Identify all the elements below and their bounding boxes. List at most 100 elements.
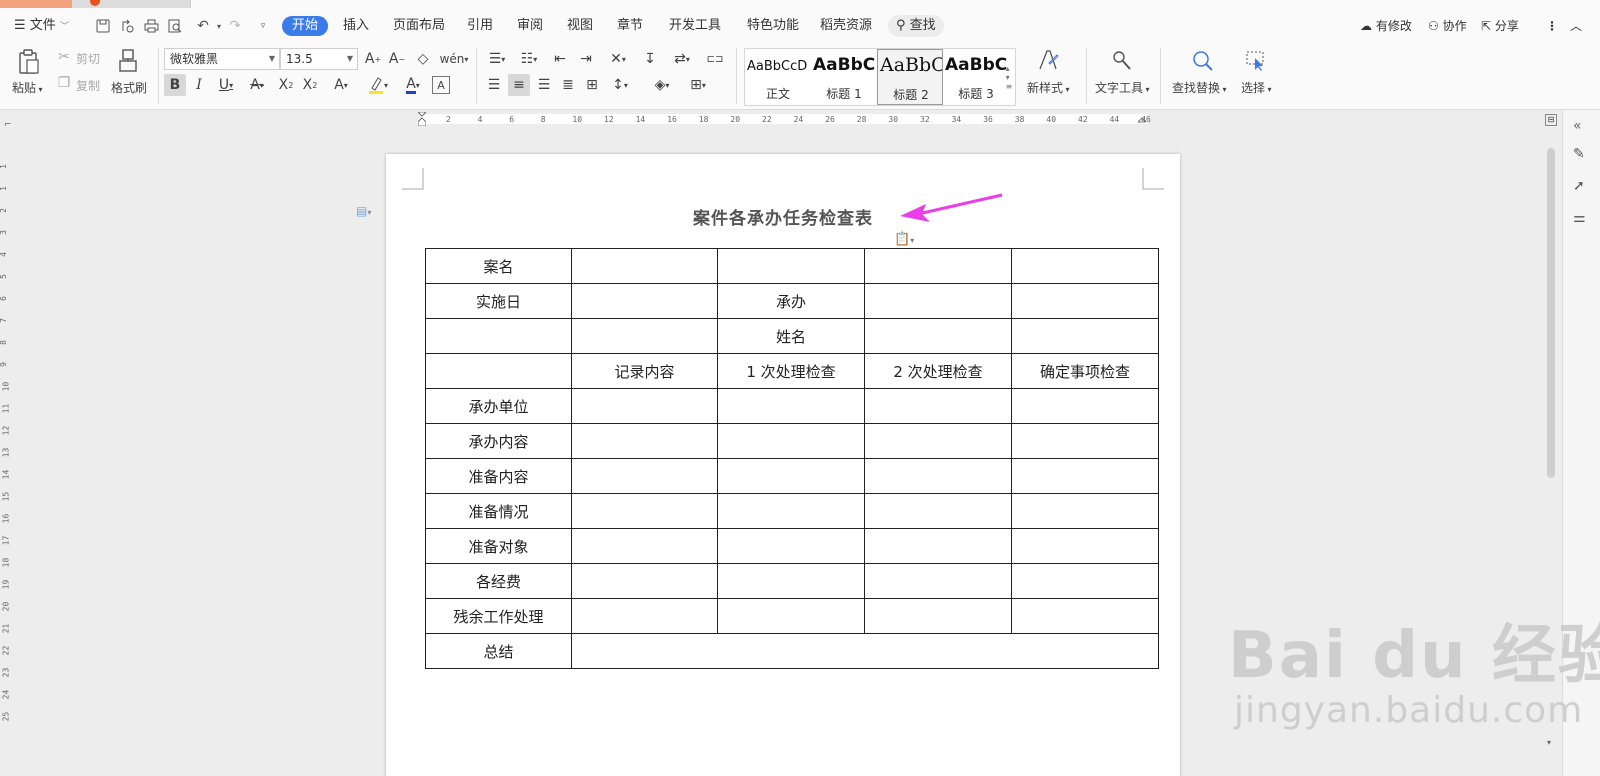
table-cell[interactable]: 姓名 (717, 318, 865, 354)
table-cell[interactable] (717, 598, 865, 634)
summary-value-cell[interactable] (571, 633, 1159, 669)
format-painter-button[interactable]: 格式刷 (111, 79, 147, 96)
copy-icon[interactable]: ❐ (56, 75, 72, 91)
table-cell[interactable] (864, 493, 1012, 529)
table-cell[interactable]: 记录内容 (571, 353, 718, 389)
cut-button[interactable]: 剪切 (76, 50, 100, 67)
home-tab[interactable] (0, 0, 72, 8)
split-view-icon[interactable]: ⊟ (1545, 114, 1557, 126)
select-icon[interactable] (1244, 48, 1268, 74)
table-cell[interactable] (1011, 248, 1159, 284)
table-cell[interactable] (717, 563, 865, 599)
line-spacing-icon[interactable]: ↕ ▾ (606, 74, 634, 96)
distributed-align-icon[interactable]: ⊞ (582, 74, 602, 96)
table-cell[interactable]: 2 次处理检查 (864, 353, 1012, 389)
table-cell[interactable] (425, 318, 572, 354)
table-cell[interactable] (571, 528, 718, 564)
table-cell[interactable]: 各经费 (425, 563, 572, 599)
collaborate-button[interactable]: ⚇ 协作 (1428, 16, 1467, 36)
table-cell[interactable] (571, 563, 718, 599)
borders-icon[interactable]: ⊞ ▾ (684, 74, 712, 96)
table-cell[interactable] (864, 458, 1012, 494)
shading-icon[interactable]: ◈ ▾ (648, 74, 676, 96)
table-cell[interactable]: 确定事项检查 (1011, 353, 1159, 389)
highlight-icon[interactable]: ▾ (364, 74, 392, 96)
table-cell[interactable] (571, 598, 718, 634)
character-border-icon[interactable]: A (432, 76, 450, 94)
subscript-icon[interactable]: X2 (300, 74, 320, 96)
font-color-icon[interactable]: A ▾ (400, 74, 426, 96)
tab-developer[interactable]: 开发工具 (669, 16, 721, 36)
find-replace-button[interactable]: 查找替换 ▾ (1172, 79, 1227, 96)
table-cell[interactable] (425, 353, 572, 389)
table-cell[interactable]: 承办单位 (425, 388, 572, 424)
styles-scroll[interactable]: ▴ ▾ ≡ (1003, 51, 1015, 103)
table-cell[interactable] (571, 318, 718, 354)
table-cell[interactable] (571, 388, 718, 424)
print-preview-icon[interactable] (166, 17, 184, 35)
scissors-icon[interactable]: ✂ (56, 49, 72, 65)
table-cell[interactable]: 案名 (425, 248, 572, 284)
table-cell[interactable] (1011, 458, 1159, 494)
table-cell[interactable] (571, 423, 718, 459)
copy-button[interactable]: 复制 (76, 77, 100, 94)
align-center-icon[interactable]: ≡ (508, 74, 530, 96)
table-cell[interactable] (1011, 563, 1159, 599)
table-cell[interactable] (864, 318, 1012, 354)
decrease-indent-icon[interactable]: ⇤ (550, 50, 570, 68)
table-cell[interactable] (864, 528, 1012, 564)
summary-label-cell[interactable]: 总结 (425, 633, 572, 669)
table-cell[interactable] (717, 528, 865, 564)
style-heading-1[interactable]: AaBbC 标题 1 (811, 49, 877, 105)
paste-icon[interactable] (16, 48, 42, 76)
new-style-icon[interactable] (1036, 48, 1060, 74)
table-cell[interactable] (717, 248, 865, 284)
align-left-icon[interactable]: ☰ (484, 74, 504, 96)
align-right-icon[interactable]: ☰ (534, 74, 554, 96)
tab-insert[interactable]: 插入 (343, 16, 369, 36)
format-painter-icon[interactable] (116, 48, 140, 74)
tab-review[interactable]: 审阅 (517, 16, 543, 36)
table-cell[interactable] (864, 423, 1012, 459)
tab-references[interactable]: 引用 (467, 16, 493, 36)
table-cell[interactable] (1011, 528, 1159, 564)
table-cell[interactable] (864, 283, 1012, 319)
italic-icon[interactable]: I (190, 74, 208, 96)
table-cell[interactable] (717, 388, 865, 424)
tab-docer-resources[interactable]: 稻壳资源 (820, 16, 872, 36)
table-cell[interactable] (717, 423, 865, 459)
superscript-icon[interactable]: X2 (276, 74, 296, 96)
cursor-icon[interactable]: ➚ (1573, 178, 1585, 194)
tab-start[interactable]: 开始 (282, 16, 329, 36)
collapse-ribbon-icon[interactable]: ︿ (1570, 16, 1582, 36)
table-cell[interactable] (1011, 423, 1159, 459)
font-size-select[interactable]: 13.5 ▼ (280, 48, 358, 70)
customize-toolbar-icon[interactable]: ▿ (254, 17, 272, 35)
document-tab[interactable] (190, 0, 1600, 8)
document-title[interactable]: 案件各承办任务检查表 (386, 204, 1180, 229)
phonetic-guide-icon[interactable]: wén ▾ (440, 50, 469, 68)
text-effect-icon[interactable]: A ▾ (328, 74, 354, 96)
paste-button[interactable]: 粘贴 ▾ (12, 79, 43, 96)
wrench-icon[interactable] (1110, 48, 1134, 74)
numbered-list-icon[interactable]: ☷ ▾ (516, 50, 542, 68)
export-icon[interactable] (118, 17, 136, 35)
tab-chapter[interactable]: 章节 (617, 16, 643, 36)
paste-options-icon[interactable]: 📋▾ (894, 232, 914, 247)
select-button[interactable]: 选择 ▾ (1241, 79, 1272, 96)
font-name-select[interactable]: 微软雅黑 ▼ (164, 48, 280, 70)
table-cell[interactable] (1011, 388, 1159, 424)
share-button[interactable]: ⇱ 分享 (1481, 16, 1519, 36)
tab-special-features[interactable]: 特色功能 (747, 16, 799, 36)
find-replace-icon[interactable] (1190, 48, 1216, 74)
table-cell[interactable] (717, 458, 865, 494)
table-cell[interactable] (571, 283, 718, 319)
indent-marker[interactable] (417, 111, 427, 127)
tab-page-layout[interactable]: 页面布局 (393, 16, 445, 36)
tab-view[interactable]: 视图 (567, 16, 593, 36)
pen-icon[interactable]: ✎ (1573, 146, 1585, 162)
print-icon[interactable] (142, 17, 160, 35)
text-direction-icon[interactable]: ↧ (640, 50, 660, 68)
table-cell[interactable] (864, 388, 1012, 424)
table-cell[interactable] (571, 458, 718, 494)
